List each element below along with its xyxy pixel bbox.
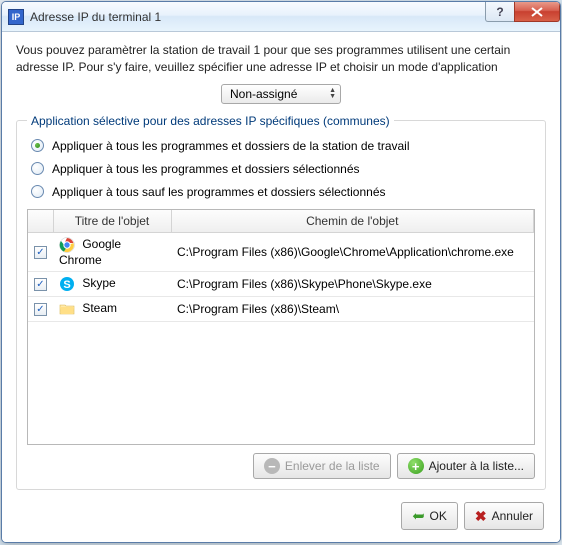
help-button[interactable]: ? [485,2,515,22]
table-row[interactable]: ✓ Google Chrome C:\Program Files (x86)\G… [28,232,534,271]
minus-icon: − [264,458,280,474]
radio-label: Appliquer à tous les programmes et dossi… [52,162,360,176]
row-path: C:\Program Files (x86)\Google\Chrome\App… [171,232,534,271]
titlebar[interactable]: IP Adresse IP du terminal 1 ? [2,2,560,32]
close-icon [531,7,543,17]
row-checkbox[interactable]: ✓ [34,303,47,316]
app-icon: IP [8,9,24,25]
chrome-icon [59,237,75,253]
window-title: Adresse IP du terminal 1 [30,10,486,24]
add-to-list-button[interactable]: + Ajouter à la liste... [397,453,535,479]
ip-mode-value: Non-assigné [230,87,323,101]
group-legend: Application sélective pour des adresses … [27,114,394,128]
row-path: C:\Program Files (x86)\Skype\Phone\Skype… [171,271,534,296]
ip-mode-select[interactable]: Non-assigné ▲▼ [221,84,341,104]
row-name: Skype [82,276,115,290]
remove-label: Enlever de la liste [285,459,380,473]
programs-table-container: Titre de l'objet Chemin de l'objet ✓ Goo [27,209,535,445]
selective-application-group: Application sélective pour des adresses … [16,114,546,490]
table-row[interactable]: ✓ Steam C:\Program Files (x86)\Steam\ [28,296,534,321]
dialog-content: Vous pouvez paramètrer la station de tra… [2,32,560,542]
ok-button[interactable]: ➥ OK [401,502,458,530]
add-label: Ajouter à la liste... [429,459,524,473]
row-checkbox[interactable]: ✓ [34,278,47,291]
radio-option-1[interactable]: Appliquer à tous les programmes et dossi… [31,162,535,176]
row-path: C:\Program Files (x86)\Steam\ [171,296,534,321]
col-path[interactable]: Chemin de l'objet [171,210,534,233]
dialog-window: IP Adresse IP du terminal 1 ? Vous pouve… [1,1,561,543]
ok-label: OK [430,509,447,523]
radio-label: Appliquer à tous sauf les programmes et … [52,185,386,199]
stepper-icon: ▲▼ [329,88,336,100]
close-button[interactable] [514,2,560,22]
cancel-button[interactable]: ✖ Annuler [464,502,544,530]
radio-icon [31,139,44,152]
radio-option-2[interactable]: Appliquer à tous sauf les programmes et … [31,185,535,199]
col-name[interactable]: Titre de l'objet [53,210,171,233]
intro-text: Vous pouvez paramètrer la station de tra… [16,42,546,76]
programs-table: Titre de l'objet Chemin de l'objet ✓ Goo [28,210,534,322]
radio-icon [31,185,44,198]
cancel-icon: ✖ [475,508,487,525]
radio-option-0[interactable]: Appliquer à tous les programmes et dossi… [31,139,535,153]
skype-icon: S [59,276,75,292]
radio-label: Appliquer à tous les programmes et dossi… [52,139,410,153]
radio-icon [31,162,44,175]
cancel-label: Annuler [492,509,533,523]
row-checkbox[interactable]: ✓ [34,246,47,259]
table-row[interactable]: ✓ S Skype C:\Program Files (x86)\Skype\P… [28,271,534,296]
remove-from-list-button[interactable]: − Enlever de la liste [253,453,391,479]
svg-text:S: S [63,279,70,291]
col-check[interactable] [28,210,53,233]
folder-icon [59,301,75,317]
plus-icon: + [408,458,424,474]
row-name: Steam [82,301,117,315]
check-arrow-icon: ➥ [412,507,425,525]
